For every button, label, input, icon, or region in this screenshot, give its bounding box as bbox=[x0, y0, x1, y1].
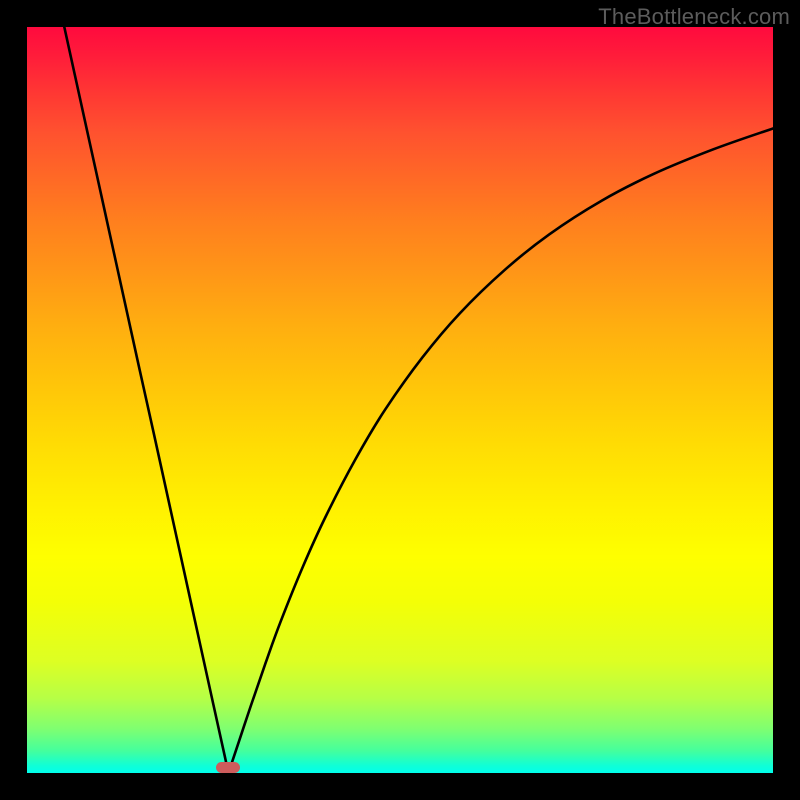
plot-area bbox=[27, 27, 773, 773]
watermark-text: TheBottleneck.com bbox=[598, 4, 790, 30]
left-branch-curve bbox=[64, 27, 228, 773]
right-branch-curve bbox=[228, 128, 773, 773]
chart-frame: TheBottleneck.com bbox=[0, 0, 800, 800]
bottleneck-marker bbox=[216, 762, 240, 773]
curve-layer bbox=[27, 27, 773, 773]
